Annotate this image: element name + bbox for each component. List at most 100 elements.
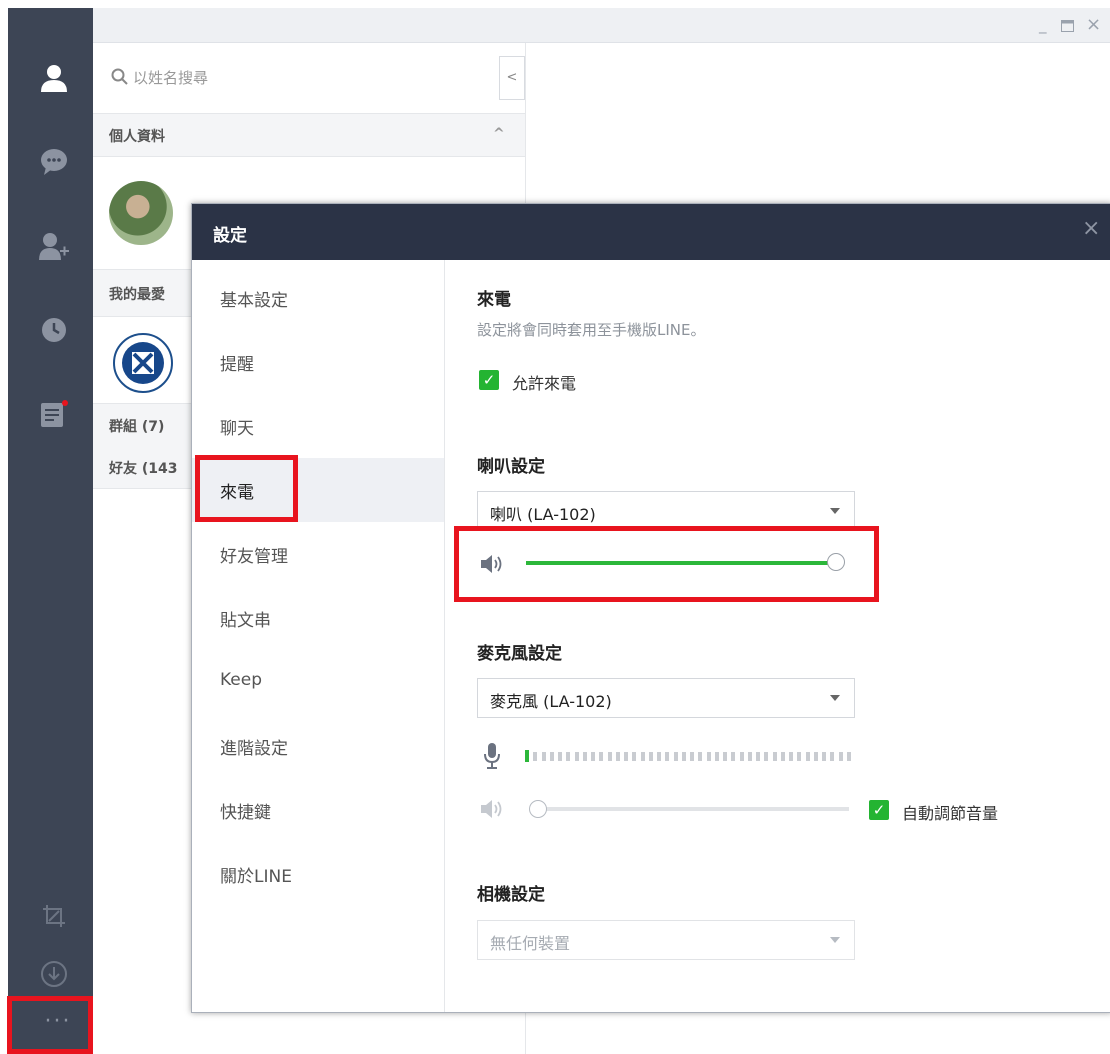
meter-segment xyxy=(673,752,678,761)
microphone-heading: 麥克風設定 xyxy=(477,644,562,664)
chevron-up-icon[interactable]: ^ xyxy=(493,126,505,142)
section-groups-label: 群組 (7) xyxy=(109,419,165,435)
meter-segment xyxy=(640,752,645,761)
minimize-icon[interactable]: _ xyxy=(1039,16,1047,34)
meter-segment xyxy=(797,752,802,761)
meter-segment xyxy=(830,752,835,761)
meter-segment xyxy=(541,752,546,761)
nav-item-shortcuts[interactable]: 快捷鍵 xyxy=(192,778,444,842)
meter-segment xyxy=(780,752,785,761)
nav-label: 好友管理 xyxy=(220,547,288,567)
search-input[interactable]: 以姓名搜尋 xyxy=(133,67,208,88)
meter-segment xyxy=(813,752,818,761)
meter-segment xyxy=(615,752,620,761)
camera-select[interactable]: 無任何裝置 xyxy=(477,920,855,960)
meter-segment xyxy=(533,752,538,761)
meter-segment xyxy=(648,752,653,761)
microphone-icon xyxy=(484,743,500,769)
close-dialog-icon[interactable]: × xyxy=(1082,216,1100,241)
chevron-down-icon xyxy=(830,508,840,514)
meter-segment xyxy=(789,752,793,761)
microphone-select[interactable]: 麥克風 (LA-102) xyxy=(477,678,855,718)
section-profile-label: 個人資料 xyxy=(109,129,165,145)
nav-item-timeline[interactable]: 貼文串 xyxy=(192,586,444,650)
window-title-bar: _ × xyxy=(93,8,1110,43)
nav-item-advanced[interactable]: 進階設定 xyxy=(192,714,444,778)
settings-title-bar: 設定 × xyxy=(192,204,1110,260)
nav-item-about[interactable]: 關於LINE xyxy=(192,842,444,906)
friends-icon[interactable] xyxy=(38,62,70,94)
nav-label: 基本設定 xyxy=(220,291,288,311)
highlight-calls-nav xyxy=(195,455,298,522)
close-window-icon[interactable]: × xyxy=(1086,14,1101,35)
meter-segment xyxy=(632,752,637,761)
meter-segment xyxy=(731,752,736,761)
nav-label: Keep xyxy=(220,670,263,690)
meter-segment xyxy=(764,752,769,761)
meter-segment xyxy=(657,752,661,761)
camera-heading: 相機設定 xyxy=(477,885,545,905)
add-friend-icon[interactable] xyxy=(38,230,70,262)
chevron-down-icon xyxy=(830,937,840,943)
calls-description: 設定將會同時套用至手機版LINE。 xyxy=(477,321,706,339)
rail-background xyxy=(8,8,93,1054)
auto-adjust-checkbox[interactable]: ✓ xyxy=(869,800,889,820)
settings-dialog: 設定 × 基本設定 提醒 聊天 來電 好友管理 貼文串 Keep 進階設定 快捷… xyxy=(191,203,1110,1013)
auto-adjust-label: 自動調節音量 xyxy=(902,804,999,823)
meter-segment xyxy=(706,752,711,761)
nav-label: 關於LINE xyxy=(220,867,292,887)
meter-segment xyxy=(747,752,752,761)
meter-segment xyxy=(756,752,760,761)
microphone-volume-icon xyxy=(481,800,502,818)
maximize-icon[interactable] xyxy=(1061,18,1074,36)
settings-title: 設定 xyxy=(213,226,247,246)
meter-segment xyxy=(624,752,628,761)
meter-segment xyxy=(582,752,587,761)
section-profile-header[interactable]: 個人資料 ^ xyxy=(93,114,525,157)
chat-icon[interactable] xyxy=(38,146,70,178)
timeline-icon[interactable] xyxy=(38,398,70,430)
nav-item-friend-management[interactable]: 好友管理 xyxy=(192,522,444,586)
meter-segment xyxy=(558,752,562,761)
meter-segment xyxy=(698,752,703,761)
camera-select-value: 無任何裝置 xyxy=(490,934,571,953)
search-icon xyxy=(111,68,128,85)
settings-nav: 基本設定 提醒 聊天 來電 好友管理 貼文串 Keep 進階設定 快捷鍵 關於L… xyxy=(192,260,445,1012)
microphone-input-level-meter xyxy=(525,750,855,762)
section-friends-label: 好友 (143 xyxy=(109,461,178,477)
left-rail xyxy=(0,0,93,1054)
nav-label: 貼文串 xyxy=(220,611,271,631)
avatar[interactable] xyxy=(109,181,173,245)
search-bar: 以姓名搜尋 < xyxy=(93,43,525,114)
meter-segment xyxy=(681,752,686,761)
microphone-volume-slider-handle[interactable] xyxy=(529,800,547,818)
microphone-select-value: 麥克風 (LA-102) xyxy=(490,692,612,711)
nav-label: 進階設定 xyxy=(220,739,288,759)
meter-segment xyxy=(690,752,694,761)
favorite-avatar[interactable] xyxy=(113,333,173,393)
crop-screenshot-icon[interactable] xyxy=(38,900,70,932)
speaker-select[interactable]: 喇叭 (LA-102) xyxy=(477,491,855,531)
meter-segment xyxy=(714,752,719,761)
history-icon[interactable] xyxy=(38,314,70,346)
download-icon[interactable] xyxy=(38,958,70,990)
meter-segment xyxy=(591,752,595,761)
meter-segment xyxy=(846,752,851,761)
section-favorites-label: 我的最愛 xyxy=(109,287,165,303)
highlight-speaker-volume xyxy=(454,526,879,602)
microphone-volume-track[interactable] xyxy=(533,807,849,811)
speaker-select-value: 喇叭 (LA-102) xyxy=(490,505,596,524)
meter-segment xyxy=(739,752,744,761)
nav-item-general[interactable]: 基本設定 xyxy=(192,266,444,330)
nav-item-notifications[interactable]: 提醒 xyxy=(192,330,444,394)
highlight-more-options xyxy=(7,996,93,1054)
nav-label: 提醒 xyxy=(220,355,254,375)
chevron-down-icon xyxy=(830,695,840,701)
allow-calls-label: 允許來電 xyxy=(512,374,577,393)
meter-segment xyxy=(566,752,571,761)
collapse-panel-button[interactable]: < xyxy=(499,56,525,100)
allow-calls-checkbox[interactable]: ✓ xyxy=(479,370,499,390)
nav-item-chats[interactable]: 聊天 xyxy=(192,394,444,458)
nav-label: 聊天 xyxy=(220,419,254,439)
nav-item-keep[interactable]: Keep xyxy=(192,650,444,714)
